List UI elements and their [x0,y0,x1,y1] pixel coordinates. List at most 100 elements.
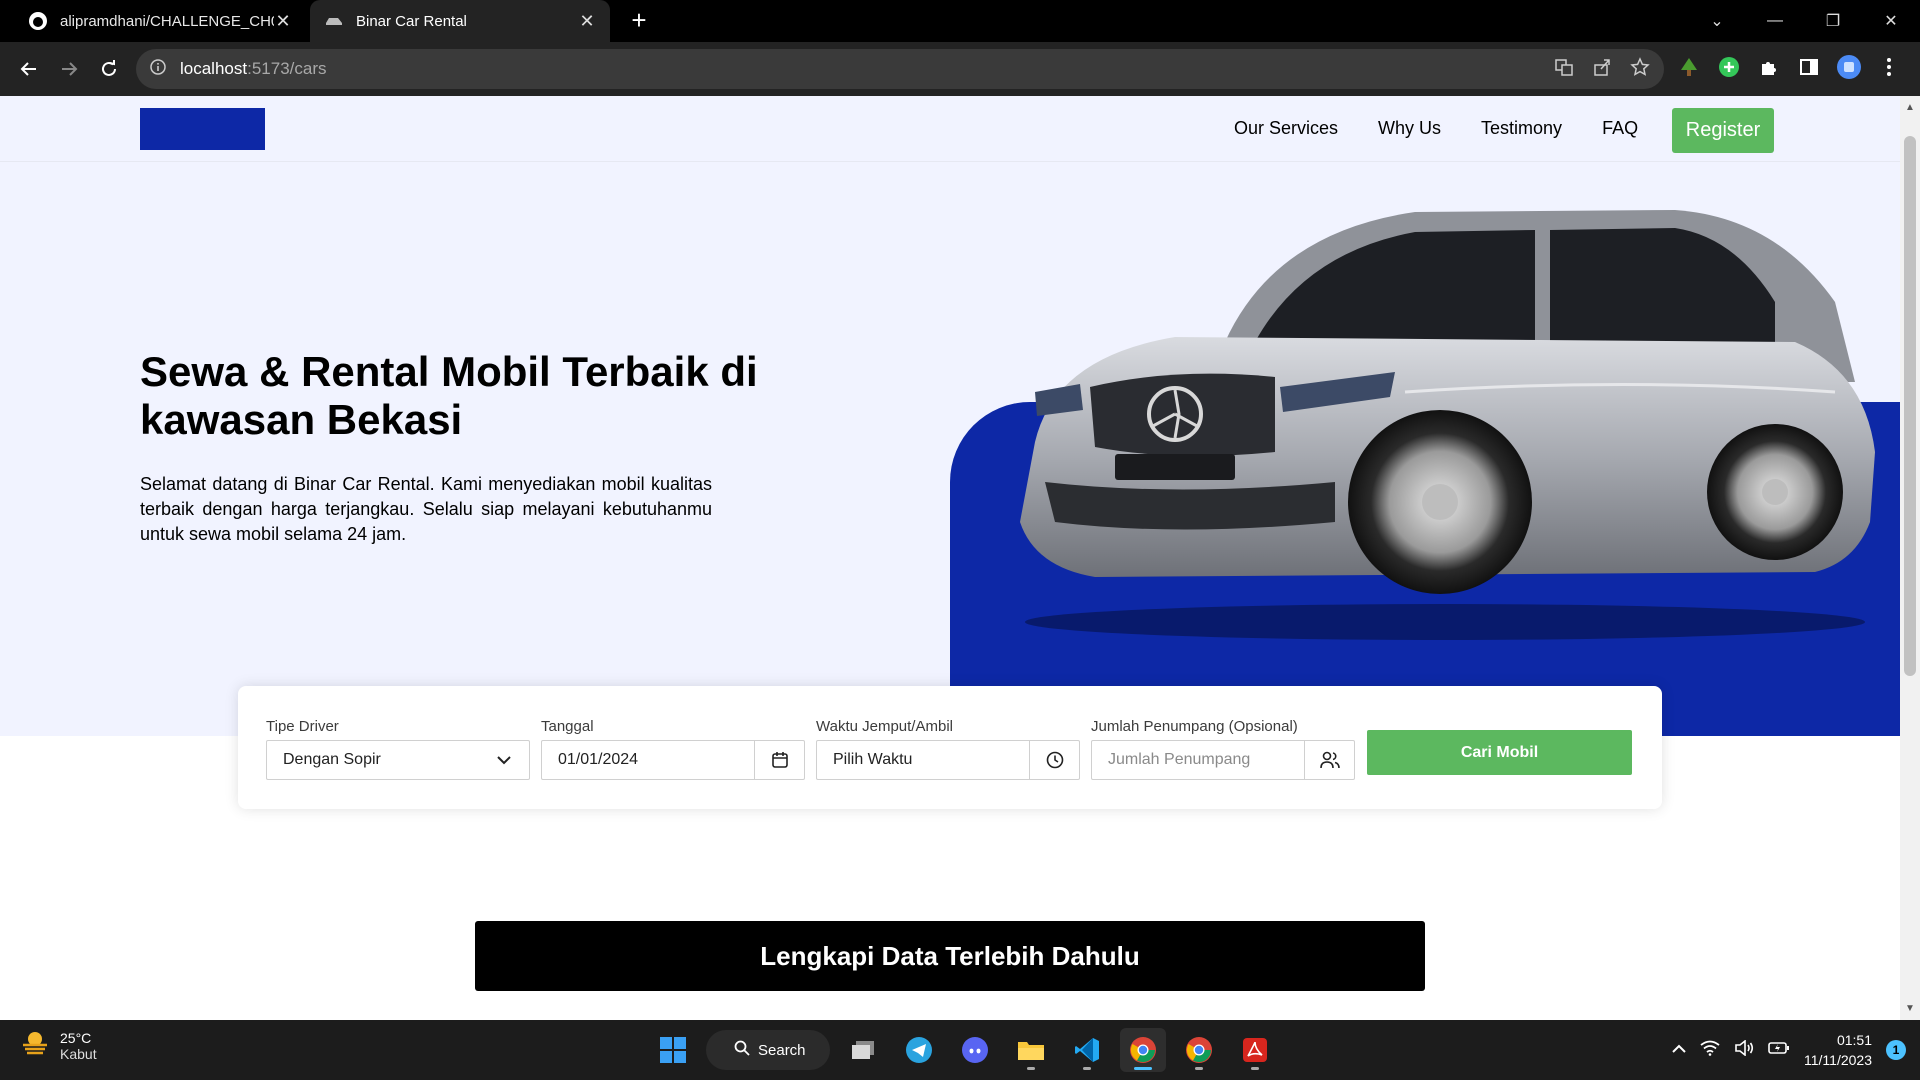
clock-icon[interactable] [1029,741,1079,779]
date-label: Tanggal [541,718,594,735]
running-indicator [1251,1067,1259,1070]
browser-tab[interactable]: alipramdhani/CHALLENGE_CH06 ✕ [14,0,306,42]
translate-icon[interactable] [1554,57,1574,82]
nav-why-us[interactable]: Why Us [1378,118,1441,139]
running-indicator [1027,1067,1035,1070]
nav-links: Our Services Why Us Testimony FAQ [1234,118,1638,139]
tree-extension-icon[interactable] [1676,54,1702,80]
car-favicon-icon [324,11,344,31]
close-window-icon[interactable]: ✕ [1862,0,1920,42]
chevron-down-icon [479,741,529,779]
register-button[interactable]: Register [1672,108,1774,153]
driver-type-field: Tipe Driver Dengan Sopir [266,718,530,780]
notification-badge[interactable]: 1 [1886,1040,1906,1060]
driver-type-value: Dengan Sopir [283,751,381,768]
users-icon [1304,741,1354,779]
nav-faq[interactable]: FAQ [1602,118,1638,139]
browser-menu-icon[interactable] [1876,54,1902,80]
volume-icon[interactable] [1734,1038,1754,1061]
bookmark-star-icon[interactable] [1630,56,1650,82]
scrollbar-thumb[interactable] [1904,136,1916,676]
browser-tab-active[interactable]: Binar Car Rental ✕ [310,0,610,42]
taskbar-search-label: Search [758,1041,806,1059]
reload-icon[interactable] [94,54,124,84]
profile-avatar[interactable] [1836,54,1862,80]
tab-search-icon[interactable]: ⌄ [1688,0,1746,42]
date-input[interactable]: 01/01/2024 [541,740,805,780]
new-tab-button[interactable]: + [624,6,654,36]
page-scrollbar[interactable]: ▲ ▼ [1900,96,1920,1020]
forward-icon[interactable] [54,54,84,84]
windows-start-icon[interactable] [650,1028,696,1072]
search-icon [734,1040,750,1060]
scroll-up-icon[interactable]: ▲ [1900,102,1920,113]
weather-condition: Kabut [60,1045,97,1062]
browser-toolbar: localhost :5173/cars [0,42,1920,96]
weather-temp: 25°C [60,1029,92,1046]
clock-time: 01:51 [1836,1032,1872,1048]
tab-title: Binar Car Rental [356,12,467,30]
chrome-icon[interactable] [1120,1028,1166,1072]
search-car-button[interactable]: Cari Mobil [1367,730,1632,775]
hero-description: Selamat datang di Binar Car Rental. Kami… [140,474,712,544]
windows-taskbar: 25°C Kabut Search 01:51 11/11/2023 1 [0,1020,1920,1080]
taskbar-search[interactable]: Search [706,1030,830,1070]
close-icon[interactable]: ✕ [274,11,292,32]
weather-widget[interactable]: 25°C Kabut [20,1028,97,1063]
url-path: :5173/cars [247,59,327,78]
hero-title: Sewa & Rental Mobil Terbaik di kawasan B… [140,348,758,443]
chrome-profile-icon[interactable] [1176,1028,1222,1072]
car-image [1020,210,1875,640]
file-explorer-icon[interactable] [1008,1028,1054,1072]
taskbar-apps: Search [650,1028,1278,1072]
weather-fog-icon [20,1028,50,1063]
wifi-icon[interactable] [1700,1040,1720,1061]
site-logo[interactable] [140,108,265,150]
clock-date: 11/11/2023 [1804,1052,1872,1068]
battery-icon[interactable] [1768,1041,1790,1060]
chevron-up-icon[interactable] [1672,1041,1686,1059]
add-extension-icon[interactable] [1716,54,1742,80]
calendar-icon[interactable] [754,741,804,779]
url-host: localhost [180,59,248,78]
share-icon[interactable] [1592,57,1612,82]
running-indicator [1134,1067,1152,1070]
github-icon [28,11,48,31]
driver-type-select[interactable]: Dengan Sopir [266,740,530,780]
vscode-icon[interactable] [1064,1028,1110,1072]
telegram-icon[interactable] [896,1028,942,1072]
acrobat-icon[interactable] [1232,1028,1278,1072]
back-icon[interactable] [14,54,44,84]
pickup-time-input[interactable]: Pilih Waktu [816,740,1080,780]
puzzle-icon[interactable] [1756,54,1782,80]
pickup-time-value: Pilih Waktu [833,751,913,768]
car-search-form: Tipe Driver Dengan Sopir Tanggal 01/01/2… [238,686,1662,809]
info-icon[interactable] [150,58,166,80]
running-indicator [1195,1067,1203,1070]
running-indicator [1083,1067,1091,1070]
browser-tab-bar: alipramdhani/CHALLENGE_CH06 ✕ Binar Car … [0,0,1920,42]
address-bar[interactable]: localhost :5173/cars [136,49,1664,89]
passenger-placeholder: Jumlah Penumpang [1108,751,1251,768]
nav-testimony[interactable]: Testimony [1481,118,1562,139]
scroll-down-icon[interactable]: ▼ [1900,1003,1920,1014]
pickup-time-field: Waktu Jemput/Ambil Pilih Waktu [816,718,1080,780]
passenger-label: Jumlah Penumpang (Opsional) [1091,718,1298,735]
discord-icon[interactable] [952,1028,998,1072]
site-navbar: Our Services Why Us Testimony FAQ Regist… [0,96,1900,162]
date-field: Tanggal 01/01/2024 [541,718,805,780]
side-panel-icon[interactable] [1796,54,1822,80]
tab-title: alipramdhani/CHALLENGE_CH06 [60,12,274,30]
close-icon[interactable]: ✕ [578,11,596,32]
pickup-time-label: Waktu Jemput/Ambil [816,718,953,735]
passenger-input[interactable]: Jumlah Penumpang [1091,740,1355,780]
page-viewport: Our Services Why Us Testimony FAQ Regist… [0,96,1900,1020]
taskbar-clock[interactable]: 01:51 11/11/2023 [1804,1030,1872,1070]
task-view-icon[interactable] [840,1028,886,1072]
passenger-field: Jumlah Penumpang (Opsional) Jumlah Penum… [1091,718,1355,780]
restore-icon[interactable]: ❐ [1804,0,1862,42]
date-value: 01/01/2024 [558,751,639,768]
nav-our-services[interactable]: Our Services [1234,118,1338,139]
minimize-icon[interactable]: — [1746,0,1804,42]
driver-type-label: Tipe Driver [266,718,339,735]
